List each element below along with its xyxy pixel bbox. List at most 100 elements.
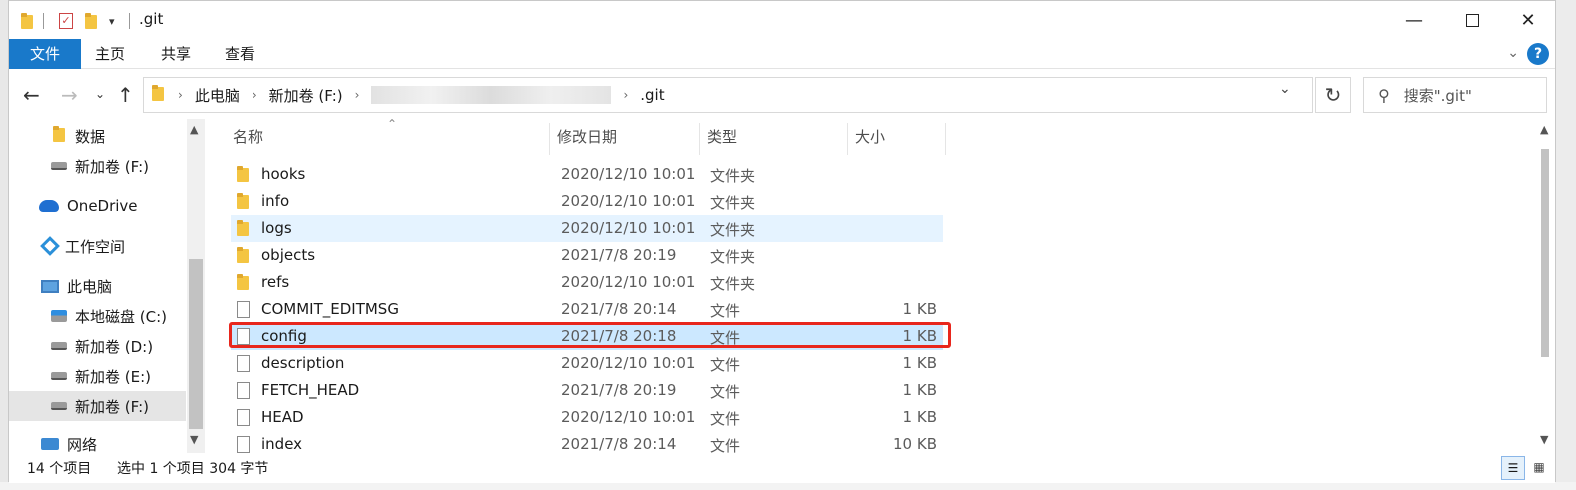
file-type: 文件: [710, 410, 741, 428]
file-row-hooks[interactable]: hooks 2020/12/10 10:01 文件夹: [231, 161, 943, 188]
selection-info: 选中 1 个项目 304 字节: [117, 461, 269, 477]
address-bar[interactable]: › 此电脑 › 新加卷 (F:) › › .git: [143, 77, 1313, 113]
breadcrumb-git[interactable]: .git: [640, 86, 664, 104]
properties-icon[interactable]: ✓: [59, 11, 73, 31]
new-folder-icon[interactable]: [85, 11, 99, 31]
nav-item-network[interactable]: 网络: [9, 429, 186, 453]
nav-item-workspace[interactable]: 工作空间: [9, 231, 186, 261]
nav-item-label: OneDrive: [67, 197, 138, 215]
scroll-up-icon[interactable]: ▲: [190, 123, 198, 136]
file-name: COMMIT_EDITMSG: [261, 300, 399, 318]
minimize-button[interactable]: —: [1385, 1, 1443, 39]
nav-item-label: 网络: [67, 435, 98, 454]
column-separator[interactable]: [549, 123, 550, 155]
refresh-button[interactable]: ↻: [1315, 77, 1351, 113]
column-header-date[interactable]: 修改日期: [551, 119, 699, 155]
file-type: 文件夹: [710, 194, 756, 212]
scroll-down-icon[interactable]: ▼: [1540, 433, 1548, 446]
file-icon: [237, 382, 250, 399]
file-row-info[interactable]: info 2020/12/10 10:01 文件夹: [231, 188, 943, 215]
recent-locations-dropdown-icon[interactable]: ⌄: [95, 87, 105, 101]
expand-ribbon-icon[interactable]: ⌄: [1507, 45, 1519, 61]
file-row-description[interactable]: description 2020/12/10 10:01 文件 1 KB: [231, 350, 943, 377]
folder-icon: [237, 193, 251, 213]
annotation-highlight-box: [229, 322, 951, 348]
file-type: 文件: [710, 356, 741, 374]
file-name: hooks: [261, 165, 306, 183]
drive-icon: [51, 342, 67, 350]
file-icon: [237, 355, 250, 372]
file-type: 文件夹: [710, 275, 756, 293]
network-icon: [41, 438, 59, 450]
tab-share[interactable]: 共享: [147, 39, 205, 69]
column-separator[interactable]: [945, 123, 946, 155]
nav-item-label: 新加卷 (F:): [75, 397, 149, 416]
file-name: refs: [261, 273, 290, 291]
file-row-logs[interactable]: logs 2020/12/10 10:01 文件夹: [231, 215, 943, 242]
scroll-up-icon[interactable]: ▲: [1540, 123, 1548, 136]
chevron-right-icon[interactable]: ›: [623, 88, 628, 102]
chevron-right-icon[interactable]: ›: [178, 88, 183, 102]
nav-item-this-pc[interactable]: 此电脑: [9, 271, 186, 301]
nav-item-drive-f[interactable]: 新加卷 (F:): [9, 391, 186, 421]
close-button[interactable]: ✕: [1499, 1, 1557, 39]
tab-file[interactable]: 文件: [9, 39, 81, 69]
file-row-refs[interactable]: refs 2020/12/10 10:01 文件夹: [231, 269, 943, 296]
drive-icon: [51, 402, 67, 410]
nav-item-drive-f-quick[interactable]: 新加卷 (F:): [9, 151, 186, 181]
file-row-fetch-head[interactable]: FETCH_HEAD 2021/7/8 20:19 文件 1 KB: [231, 377, 943, 404]
file-size: 1 KB: [902, 354, 937, 372]
nav-scrollbar[interactable]: ▲ ▼: [187, 119, 205, 453]
computer-icon: [41, 279, 59, 293]
scroll-down-icon[interactable]: ▼: [190, 433, 198, 446]
forward-button[interactable]: →: [61, 83, 78, 107]
nav-item-drive-d[interactable]: 新加卷 (D:): [9, 331, 186, 361]
tab-view[interactable]: 查看: [211, 39, 269, 69]
breadcrumb-this-pc[interactable]: 此电脑: [195, 85, 240, 106]
file-row-head[interactable]: HEAD 2020/12/10 10:01 文件 1 KB: [231, 404, 943, 431]
file-name: objects: [261, 246, 316, 264]
column-separator[interactable]: [699, 123, 700, 155]
file-date: 2020/12/10 10:01: [561, 192, 696, 210]
drive-icon: [51, 162, 67, 170]
column-header-type[interactable]: 类型: [701, 119, 847, 155]
address-history-dropdown-icon[interactable]: ⌄: [1279, 81, 1291, 97]
nav-item-label: 本地磁盘 (C:): [75, 307, 167, 326]
file-row-commit-editmsg[interactable]: COMMIT_EDITMSG 2021/7/8 20:14 文件 1 KB: [231, 296, 943, 323]
up-button[interactable]: ↑: [117, 83, 134, 107]
qa-separator: [129, 13, 130, 29]
back-button[interactable]: ←: [23, 83, 40, 107]
folder-icon: [237, 247, 251, 267]
file-date: 2020/12/10 10:01: [561, 219, 696, 237]
large-icons-view-button[interactable]: ▦: [1527, 456, 1551, 480]
column-separator[interactable]: [847, 123, 848, 155]
maximize-button[interactable]: [1443, 1, 1501, 39]
item-count: 14 个项目: [27, 461, 92, 477]
details-view-button[interactable]: ☰: [1501, 456, 1525, 480]
column-header-size[interactable]: 大小: [849, 119, 945, 155]
breadcrumb-drive-f[interactable]: 新加卷 (F:): [269, 85, 343, 106]
nav-item-label: 此电脑: [67, 277, 113, 296]
file-row-objects[interactable]: objects 2021/7/8 20:19 文件夹: [231, 242, 943, 269]
nav-scroll-thumb[interactable]: [189, 259, 203, 429]
file-type: 文件: [710, 437, 741, 453]
nav-item-onedrive[interactable]: OneDrive: [9, 191, 186, 221]
help-icon[interactable]: ?: [1527, 43, 1549, 65]
file-name: FETCH_HEAD: [261, 381, 360, 399]
tab-home[interactable]: 主页: [81, 39, 139, 69]
window-title: .git: [139, 10, 164, 28]
nav-item-data[interactable]: 数据: [9, 121, 186, 151]
chevron-right-icon[interactable]: ›: [355, 88, 360, 102]
nav-item-drive-c[interactable]: 本地磁盘 (C:): [9, 301, 186, 331]
column-header-name[interactable]: 名称: [227, 119, 549, 155]
file-list-scrollbar[interactable]: ▲ ▼: [1537, 119, 1555, 453]
file-name: logs: [261, 219, 292, 237]
file-date: 2021/7/8 20:14: [561, 300, 677, 318]
search-input[interactable]: ⚲ 搜索".git": [1363, 77, 1547, 113]
chevron-right-icon[interactable]: ›: [252, 88, 257, 102]
file-list-scroll-thumb[interactable]: [1541, 149, 1549, 357]
file-icon: [237, 301, 250, 318]
file-row-index[interactable]: index 2021/7/8 20:14 文件 10 KB: [231, 431, 943, 453]
customize-qa-dropdown-icon[interactable]: ▾: [109, 11, 115, 31]
nav-item-drive-e[interactable]: 新加卷 (E:): [9, 361, 186, 391]
